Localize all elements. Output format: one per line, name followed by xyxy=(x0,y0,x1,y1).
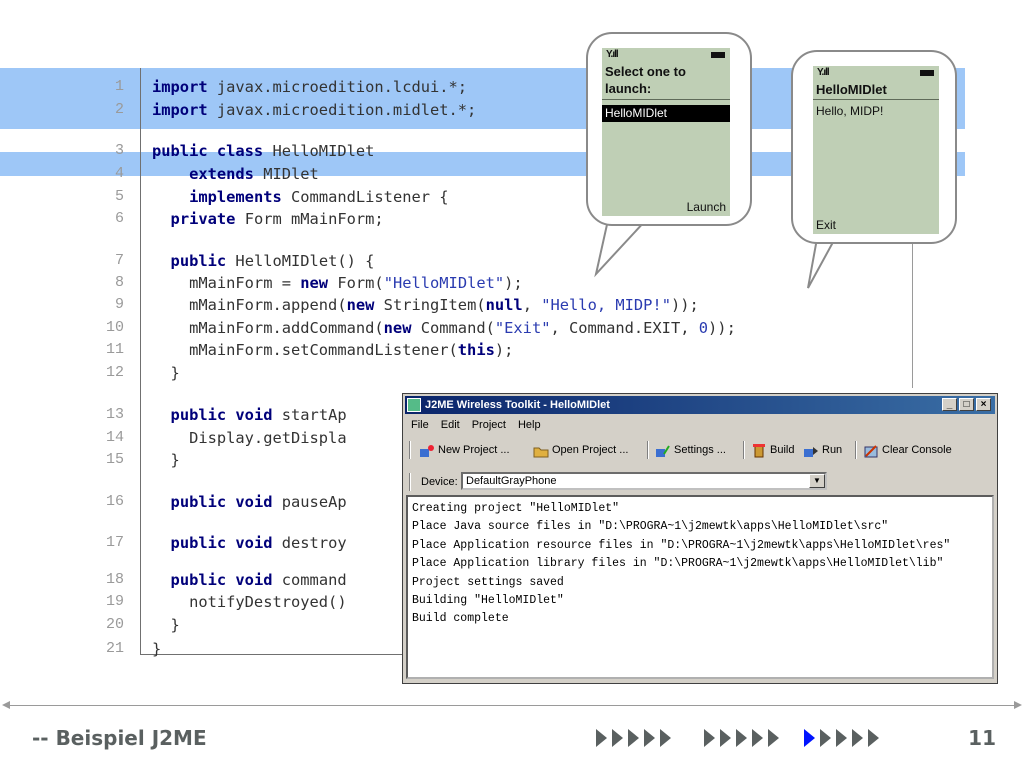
line-number: 4 xyxy=(114,165,124,182)
line-number: 11 xyxy=(105,341,124,358)
line-number: 20 xyxy=(105,616,124,633)
code-text: implements CommandListener { xyxy=(189,188,449,206)
line-number: 15 xyxy=(105,451,124,468)
code-text: Display.getDispla xyxy=(152,429,347,447)
code-text: } xyxy=(152,616,180,634)
line-number: 9 xyxy=(114,296,124,313)
code-text: import javax.microedition.midlet.*; xyxy=(152,101,477,119)
line-number: 21 xyxy=(105,640,124,657)
code-text: public class HelloMIDlet xyxy=(152,142,375,160)
line-number: 10 xyxy=(105,319,124,336)
nav-arrow-icon[interactable] xyxy=(852,729,863,747)
code-text: } xyxy=(152,451,180,469)
nav-arrow-icon[interactable] xyxy=(820,729,831,747)
line-number: 19 xyxy=(105,593,124,610)
nav-arrow-icon[interactable] xyxy=(612,729,623,747)
signal-icon: Y.ıll xyxy=(606,49,619,60)
nav-arrow-icon[interactable] xyxy=(660,729,671,747)
line-number: 16 xyxy=(105,493,124,510)
code-text: public void command xyxy=(170,571,347,589)
code-text: extends MIDlet xyxy=(189,165,319,183)
page-number: 11 xyxy=(968,726,996,750)
nav-arrow-icon[interactable] xyxy=(596,729,607,747)
nav-arrow-icon[interactable] xyxy=(736,729,747,747)
line-number: 1 xyxy=(114,78,124,95)
line-number: 12 xyxy=(105,364,124,381)
nav-arrow-icon[interactable] xyxy=(704,729,715,747)
line-number: 7 xyxy=(114,252,124,269)
line-number: 8 xyxy=(114,274,124,291)
code-text: mMainForm.addCommand(new Command("Exit",… xyxy=(152,319,736,337)
line-number: 2 xyxy=(114,101,124,118)
slide-title: -- Beispiel J2ME xyxy=(32,726,207,750)
code-text: public void destroy xyxy=(170,534,347,552)
line-number: 6 xyxy=(114,210,124,227)
code-text: } xyxy=(152,364,180,382)
nav-arrow-icon[interactable] xyxy=(644,729,655,747)
code-text: private Form mMainForm; xyxy=(170,210,384,228)
line-number: 5 xyxy=(114,188,124,205)
nav-arrow-icon[interactable] xyxy=(752,729,763,747)
nav-arrow-icon[interactable] xyxy=(868,729,879,747)
code-text: notifyDestroyed() xyxy=(152,593,347,611)
footer-divider xyxy=(2,701,1022,709)
code-text: mMainForm.append(new StringItem(null, "H… xyxy=(152,296,699,314)
code-text: public void pauseAp xyxy=(170,493,347,511)
nav-arrow-icon[interactable] xyxy=(836,729,847,747)
line-number: 13 xyxy=(105,406,124,423)
code-listing: 1 import javax.microedition.lcdui.*; 2 impo… xyxy=(0,64,1024,664)
nav-arrow-icon[interactable] xyxy=(628,729,639,747)
code-text: mMainForm = new Form("HelloMIDlet"); xyxy=(152,274,523,292)
line-number: 17 xyxy=(105,534,124,551)
nav-arrow-icon[interactable] xyxy=(720,729,731,747)
code-text: mMainForm.setCommandListener(this); xyxy=(152,341,514,359)
code-text: public HelloMIDlet() { xyxy=(170,252,375,270)
nav-arrow-icon[interactable] xyxy=(768,729,779,747)
nav-arrow-icon[interactable] xyxy=(804,729,815,747)
code-text: import javax.microedition.lcdui.*; xyxy=(152,78,468,96)
code-text: public void startAp xyxy=(170,406,347,424)
code-text: } xyxy=(152,640,162,658)
battery-icon xyxy=(711,52,725,58)
line-number: 18 xyxy=(105,571,124,588)
line-number: 14 xyxy=(105,429,124,446)
line-number: 3 xyxy=(114,142,124,159)
